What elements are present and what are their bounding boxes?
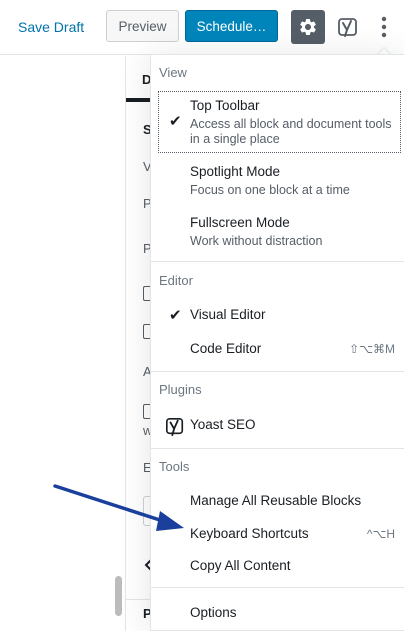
menu-divider xyxy=(151,261,404,262)
menu-item-label: Copy All Content xyxy=(190,558,291,573)
preview-button[interactable]: Preview xyxy=(106,10,179,42)
check-icon: ✔ xyxy=(169,307,182,324)
gear-icon xyxy=(300,18,316,35)
menu-item-visual-editor[interactable]: ✔ Visual Editor xyxy=(151,299,404,331)
yoast-icon xyxy=(166,418,184,437)
menu-item-shortcut: ⇧⌥⌘M xyxy=(349,342,395,356)
menu-item-description: Access all block and document tools in a… xyxy=(190,117,392,146)
menu-item-manage-reusable-blocks[interactable]: Manage All Reusable Blocks xyxy=(151,485,404,515)
menu-divider xyxy=(151,448,404,449)
menu-item-label: Visual Editor xyxy=(190,307,266,322)
menu-item-label: Top Toolbar xyxy=(190,98,260,113)
menu-item-code-editor[interactable]: Code Editor ⇧⌥⌘M xyxy=(151,333,404,365)
yoast-icon xyxy=(338,18,357,37)
more-tools-button[interactable] xyxy=(371,12,397,42)
menu-item-shortcut: ^⌥H xyxy=(366,527,395,541)
menu-item-fullscreen-mode[interactable]: Fullscreen Mode Work without distraction xyxy=(151,208,404,254)
scrollbar-thumb[interactable] xyxy=(115,576,122,616)
menu-item-label: Yoast SEO xyxy=(190,417,256,432)
settings-button[interactable] xyxy=(291,10,325,44)
menu-item-label: Keyboard Shortcuts xyxy=(190,526,309,541)
group-label-tools: Tools xyxy=(159,459,190,474)
menu-divider xyxy=(151,587,404,588)
more-tools-menu: View ✔ Top Toolbar Access all block and … xyxy=(150,54,404,631)
more-vertical-icon xyxy=(381,16,387,38)
menu-item-options[interactable]: Options xyxy=(151,597,404,627)
menu-item-keyboard-shortcuts[interactable]: Keyboard Shortcuts ^⌥H xyxy=(151,518,404,548)
save-draft-button[interactable]: Save Draft xyxy=(18,19,84,35)
check-icon: ✔ xyxy=(169,113,182,130)
group-label-view: View xyxy=(159,65,187,80)
menu-item-yoast-seo[interactable]: Yoast SEO xyxy=(151,408,404,442)
schedule-button[interactable]: Schedule… xyxy=(185,10,278,42)
menu-item-label: Spotlight Mode xyxy=(190,164,281,179)
editor-toolbar: Save Draft Preview Schedule… xyxy=(0,0,404,55)
menu-item-spotlight-mode[interactable]: Spotlight Mode Focus on one block at a t… xyxy=(151,157,404,203)
menu-item-label: Options xyxy=(190,605,237,620)
menu-divider xyxy=(151,371,404,372)
menu-item-description: Work without distraction xyxy=(190,234,323,248)
menu-item-description: Focus on one block at a time xyxy=(190,183,350,197)
group-label-plugins: Plugins xyxy=(159,382,202,397)
menu-item-top-toolbar[interactable]: ✔ Top Toolbar Access all block and docum… xyxy=(151,91,404,153)
menu-item-label: Manage All Reusable Blocks xyxy=(190,493,362,508)
menu-item-label: Fullscreen Mode xyxy=(190,215,290,230)
menu-item-label: Code Editor xyxy=(190,341,262,356)
yoast-toolbar-button[interactable] xyxy=(333,12,363,42)
menu-item-copy-all-content[interactable]: Copy All Content xyxy=(151,550,404,580)
group-label-editor: Editor xyxy=(159,273,193,288)
